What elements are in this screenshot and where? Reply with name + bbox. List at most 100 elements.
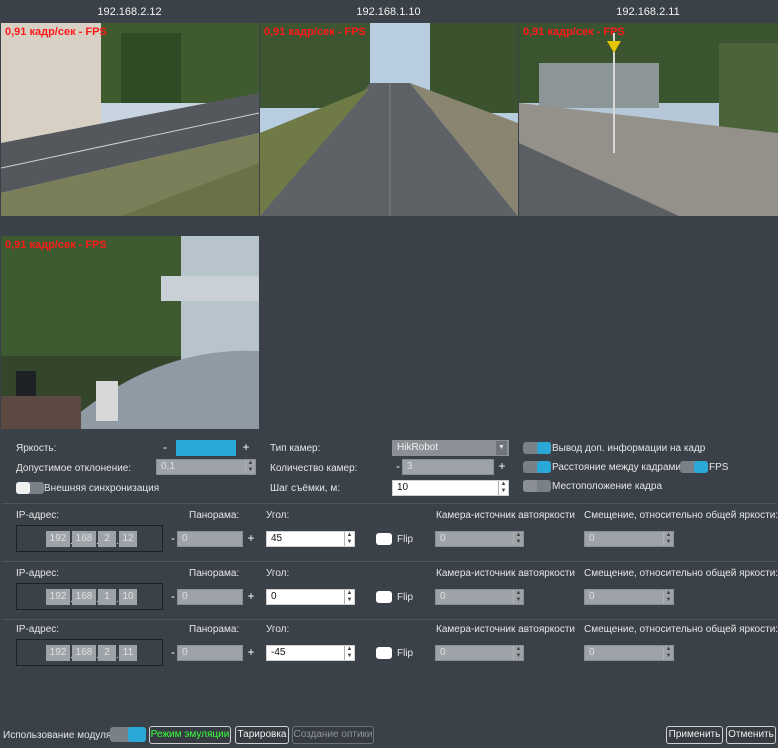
panorama-value: 0	[182, 533, 188, 544]
fps-toggle[interactable]	[680, 461, 708, 473]
camera-1-view[interactable]: 0,91 кадр/сек - FPS	[1, 23, 259, 216]
extra-info-label: Вывод доп. информации на кадр	[552, 443, 706, 454]
ip-octet[interactable]: 10	[119, 589, 137, 605]
camera-4-view[interactable]: 0,91 кадр/сек - FPS	[1, 236, 259, 429]
ip-address-field[interactable]: 192.168.2.11	[16, 639, 163, 666]
deviation-label: Допустимое отклонение:	[16, 463, 132, 474]
flip-label: Flip	[397, 648, 414, 659]
camera-4-photo	[1, 236, 259, 429]
panorama-value: 0	[182, 647, 188, 658]
camera-type-label: Тип камер:	[270, 443, 321, 454]
brightness-offset-field[interactable]: 0 ▲ ▼	[584, 645, 674, 661]
brightness-offset-label: Смещение, относительно общей яркости:	[584, 568, 778, 579]
fps-label: FPS	[709, 462, 729, 473]
brightness-offset-stepper[interactable]: ▲ ▼	[663, 646, 673, 660]
brightness-slider[interactable]	[176, 440, 236, 456]
panorama-field[interactable]: 0	[177, 531, 243, 547]
frame-location-toggle[interactable]	[523, 480, 551, 492]
angle-field[interactable]: 45 ▲ ▼	[266, 531, 355, 547]
brightness-source-stepper[interactable]: ▲ ▼	[513, 590, 523, 604]
angle-stepper[interactable]: ▲ ▼	[344, 532, 354, 546]
brightness-source-field[interactable]: 0 ▲ ▼	[435, 645, 524, 661]
frame-location-label: Местоположение кадра	[552, 481, 662, 492]
ip-octet[interactable]: 1	[98, 589, 116, 605]
module-usage-toggle[interactable]	[110, 727, 146, 742]
camera-count-field[interactable]: 3	[402, 459, 494, 475]
panorama-value: 0	[182, 591, 188, 602]
angle-value: -45	[271, 647, 286, 658]
camera-2-view[interactable]: 0,91 кадр/сек - FPS	[260, 23, 518, 216]
angle-label: Угол:	[266, 568, 290, 579]
flip-label: Flip	[397, 534, 414, 545]
panorama-field[interactable]: 0	[177, 589, 243, 605]
ip-octet[interactable]: 2	[98, 645, 116, 661]
camera-type-value: HikRobot	[397, 442, 439, 453]
camera-3-photo	[519, 23, 778, 216]
angle-label: Угол:	[266, 624, 290, 635]
ip-octet[interactable]: 168	[72, 589, 96, 605]
camera-count-label: Количество камер:	[270, 463, 358, 474]
camera-1-fps: 0,91 кадр/сек - FPS	[5, 26, 107, 38]
ip-label: IP-адрес:	[16, 624, 60, 635]
ip-address-field[interactable]: 192.168.2.12	[16, 525, 163, 552]
angle-field[interactable]: -45 ▲ ▼	[266, 645, 355, 661]
step-field[interactable]: 10 ▲ ▼	[392, 480, 509, 496]
panorama-increase-button[interactable]: +	[244, 645, 258, 661]
deviation-field[interactable]: 0,1 ▲ ▼	[156, 459, 256, 475]
flip-checkbox[interactable]	[376, 533, 392, 545]
divider	[2, 619, 776, 620]
panorama-field[interactable]: 0	[177, 645, 243, 661]
frame-distance-toggle[interactable]	[523, 461, 551, 473]
external-sync-label: Внешняя синхронизация	[44, 483, 160, 494]
ip-octet[interactable]: 192	[46, 645, 70, 661]
brightness-decrease-button[interactable]: -	[158, 440, 172, 456]
panorama-increase-button[interactable]: +	[244, 531, 258, 547]
ip-octet[interactable]: 12	[119, 531, 137, 547]
extra-info-toggle[interactable]	[523, 442, 551, 454]
step-label: Шаг съёмки, м:	[270, 483, 341, 494]
brightness-source-stepper[interactable]: ▲ ▼	[513, 532, 523, 546]
brightness-offset-field[interactable]: 0 ▲ ▼	[584, 531, 674, 547]
divider	[2, 503, 776, 504]
camera-3-title: 192.168.2.11	[616, 6, 680, 18]
camera-3-fps: 0,91 кадр/сек - FPS	[523, 26, 625, 38]
flip-checkbox[interactable]	[376, 647, 392, 659]
deviation-stepper[interactable]: ▲ ▼	[245, 460, 255, 474]
step-stepper[interactable]: ▲ ▼	[498, 481, 508, 495]
camera-1-title: 192.168.2.12	[97, 6, 162, 18]
brightness-offset-stepper[interactable]: ▲ ▼	[663, 532, 673, 546]
ip-octet[interactable]: 192	[46, 531, 70, 547]
angle-stepper[interactable]: ▲ ▼	[344, 590, 354, 604]
emulation-mode-button[interactable]: Режим эмуляции	[149, 726, 231, 744]
camera-2-photo	[260, 23, 518, 216]
ip-octet[interactable]: 11	[119, 645, 137, 661]
brightness-source-field[interactable]: 0 ▲ ▼	[435, 531, 524, 547]
angle-stepper[interactable]: ▲ ▼	[344, 646, 354, 660]
ip-octet[interactable]: 168	[72, 645, 96, 661]
camera-count-value: 3	[407, 461, 413, 472]
panorama-label: Панорама:	[189, 568, 240, 579]
create-optics-button[interactable]: Создание оптики	[292, 726, 374, 744]
panorama-increase-button[interactable]: +	[244, 589, 258, 605]
flip-checkbox[interactable]	[376, 591, 392, 603]
apply-button[interactable]: Применить	[666, 726, 723, 744]
cancel-button[interactable]: Отменить	[726, 726, 776, 744]
brightness-source-stepper[interactable]: ▲ ▼	[513, 646, 523, 660]
divider	[2, 561, 776, 562]
brightness-offset-stepper[interactable]: ▲ ▼	[663, 590, 673, 604]
angle-field[interactable]: 0 ▲ ▼	[266, 589, 355, 605]
camera-type-select[interactable]: HikRobot ▼	[392, 440, 509, 456]
ip-octet[interactable]: 192	[46, 589, 70, 605]
camera-3-view[interactable]: 0,91 кадр/сек - FPS	[519, 23, 778, 216]
external-sync-toggle[interactable]	[16, 482, 44, 494]
ip-octet[interactable]: 168	[72, 531, 96, 547]
brightness-increase-button[interactable]: +	[239, 440, 253, 456]
ip-address-field[interactable]: 192.168.1.10	[16, 583, 163, 610]
camera-count-increase-button[interactable]: +	[495, 459, 509, 475]
ip-octet[interactable]: 2	[98, 531, 116, 547]
ip-label: IP-адрес:	[16, 510, 60, 521]
brightness-offset-field[interactable]: 0 ▲ ▼	[584, 589, 674, 605]
calibration-button[interactable]: Тарировка	[235, 726, 289, 744]
brightness-offset-label: Смещение, относительно общей яркости:	[584, 510, 778, 521]
brightness-source-field[interactable]: 0 ▲ ▼	[435, 589, 524, 605]
